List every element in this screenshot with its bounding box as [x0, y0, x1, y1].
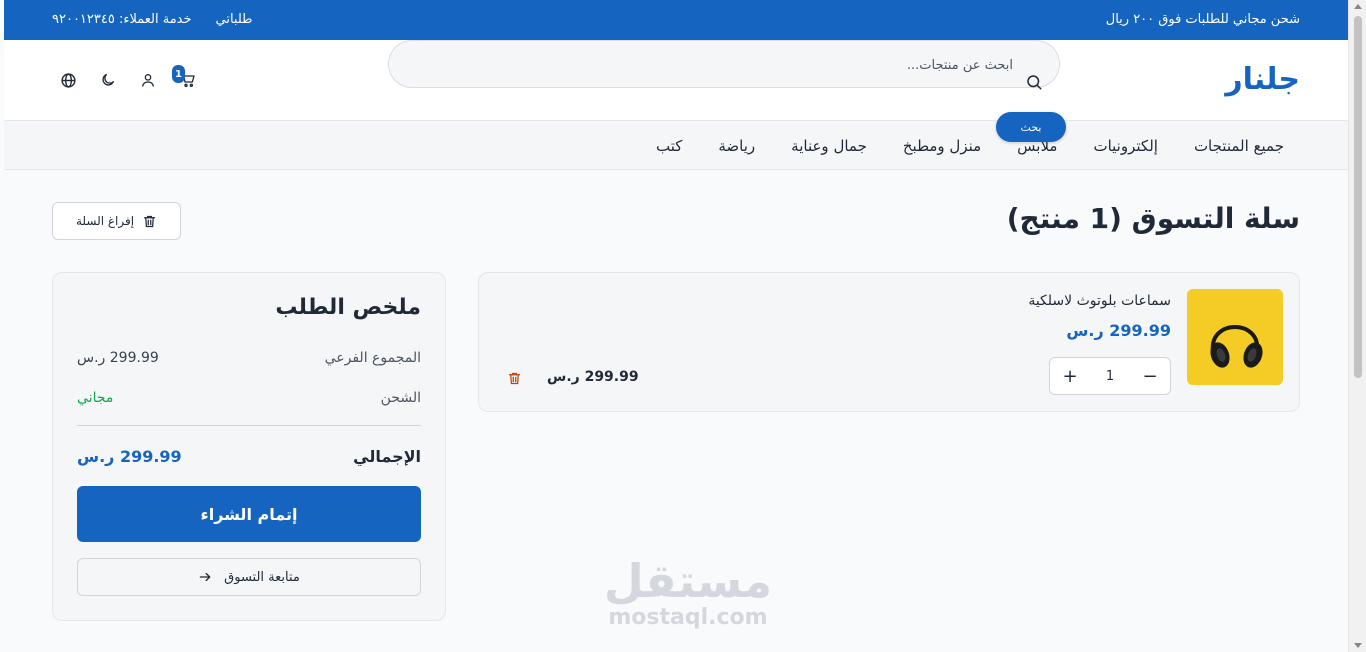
page: شحن مجاني للطلبات فوق ٢٠٠ ريال خدمة العم… [4, 0, 1348, 652]
scroll-down-icon[interactable] [1354, 643, 1362, 648]
shipping-value: مجاني [77, 390, 114, 406]
user-icon [142, 74, 154, 87]
cart-button[interactable]: 1 [168, 65, 208, 93]
subtotal-label: المجموع الفرعي [324, 350, 421, 366]
nav-item-home-kitchen[interactable]: منزل ومطبخ [903, 137, 981, 155]
increase-quantity-button[interactable]: + [1056, 362, 1084, 390]
nav-item-beauty[interactable]: جمال وعناية [791, 137, 867, 155]
nav-item-sports[interactable]: رياضة [718, 137, 755, 155]
page-scrollbar[interactable] [1348, 0, 1366, 652]
continue-shopping-button[interactable]: متابعة التسوق [77, 558, 421, 596]
language-button[interactable] [48, 67, 88, 93]
decrease-quantity-button[interactable]: − [1136, 362, 1164, 390]
shipping-label: الشحن [380, 390, 421, 406]
scrollbar-thumb[interactable] [1354, 16, 1362, 378]
globe-icon [60, 72, 76, 88]
line-total: 299.99 ر.س [547, 369, 639, 385]
nav-item-all-products[interactable]: جميع المنتجات [1194, 137, 1284, 155]
summary-divider [77, 425, 421, 426]
shipping-row: الشحن مجاني [77, 390, 421, 406]
search-box [388, 40, 1060, 90]
header-actions: 1 [48, 65, 208, 93]
product-price: 299.99 ر.س [1066, 321, 1171, 340]
quantity-stepper: − 1 + [1049, 357, 1171, 395]
search-icon[interactable] [1025, 73, 1043, 95]
subtotal-value: 299.99 ر.س [77, 350, 159, 366]
product-name[interactable]: سماعات بلوتوث لاسلكية [1028, 293, 1171, 309]
order-summary: ملخص الطلب المجموع الفرعي 299.99 ر.س الش… [52, 272, 446, 621]
moon-icon [102, 74, 114, 86]
my-orders-link[interactable]: طلباتي [216, 12, 253, 27]
page-title: سلة التسوق (1 منتج) [1006, 202, 1300, 235]
top-links: خدمة العملاء: ٩٢٠٠١٢٣٤٥ طلباتي [52, 12, 253, 27]
dark-mode-toggle[interactable] [88, 67, 128, 93]
checkout-button[interactable]: إتمام الشراء [77, 486, 421, 542]
cart-item: سماعات بلوتوث لاسلكية 299.99 ر.س − 1 + 2… [478, 272, 1300, 412]
product-image[interactable] [1187, 289, 1283, 385]
nav-item-electronics[interactable]: إلكترونيات [1093, 137, 1157, 155]
watermark-latin: mostaql.com [608, 605, 768, 630]
search-input[interactable] [453, 55, 1013, 75]
mostaql-watermark: مستقل mostaql.com [600, 556, 776, 630]
header: جلنار 1 [4, 40, 1348, 121]
cart-count-badge: 1 [172, 65, 185, 83]
trash-icon [143, 215, 156, 227]
watermark-arabic: مستقل [603, 554, 773, 608]
top-bar: شحن مجاني للطلبات فوق ٢٠٠ ريال خدمة العم… [4, 0, 1348, 40]
site-logo[interactable]: جلنار [1225, 62, 1300, 97]
clear-cart-button[interactable]: إفراغ السلة [52, 202, 181, 240]
subtotal-row: المجموع الفرعي 299.99 ر.س [77, 350, 421, 366]
category-nav: جميع المنتجات إلكترونيات ملابس منزل ومطب… [4, 121, 1348, 170]
clear-cart-label: إفراغ السلة [75, 214, 135, 228]
summary-title: ملخص الطلب [275, 295, 421, 320]
customer-service-link[interactable]: خدمة العملاء: ٩٢٠٠١٢٣٤٥ [52, 12, 192, 27]
search-button[interactable]: بحث [996, 112, 1066, 142]
headphones-icon [1187, 289, 1283, 385]
total-value: 299.99 ر.س [77, 447, 182, 466]
quantity-value: 1 [1105, 368, 1115, 384]
total-row: الإجمالي 299.99 ر.س [77, 447, 421, 466]
scroll-up-icon[interactable] [1354, 4, 1362, 9]
continue-shopping-label: متابعة التسوق [224, 569, 300, 585]
account-button[interactable] [128, 67, 168, 93]
remove-item-button[interactable] [503, 367, 525, 389]
arrow-right-icon [199, 572, 211, 582]
nav-item-books[interactable]: كتب [656, 137, 682, 155]
total-label: الإجمالي [353, 447, 421, 466]
trash-icon [508, 372, 520, 384]
free-shipping-promo: شحن مجاني للطلبات فوق ٢٠٠ ريال [1105, 12, 1300, 27]
